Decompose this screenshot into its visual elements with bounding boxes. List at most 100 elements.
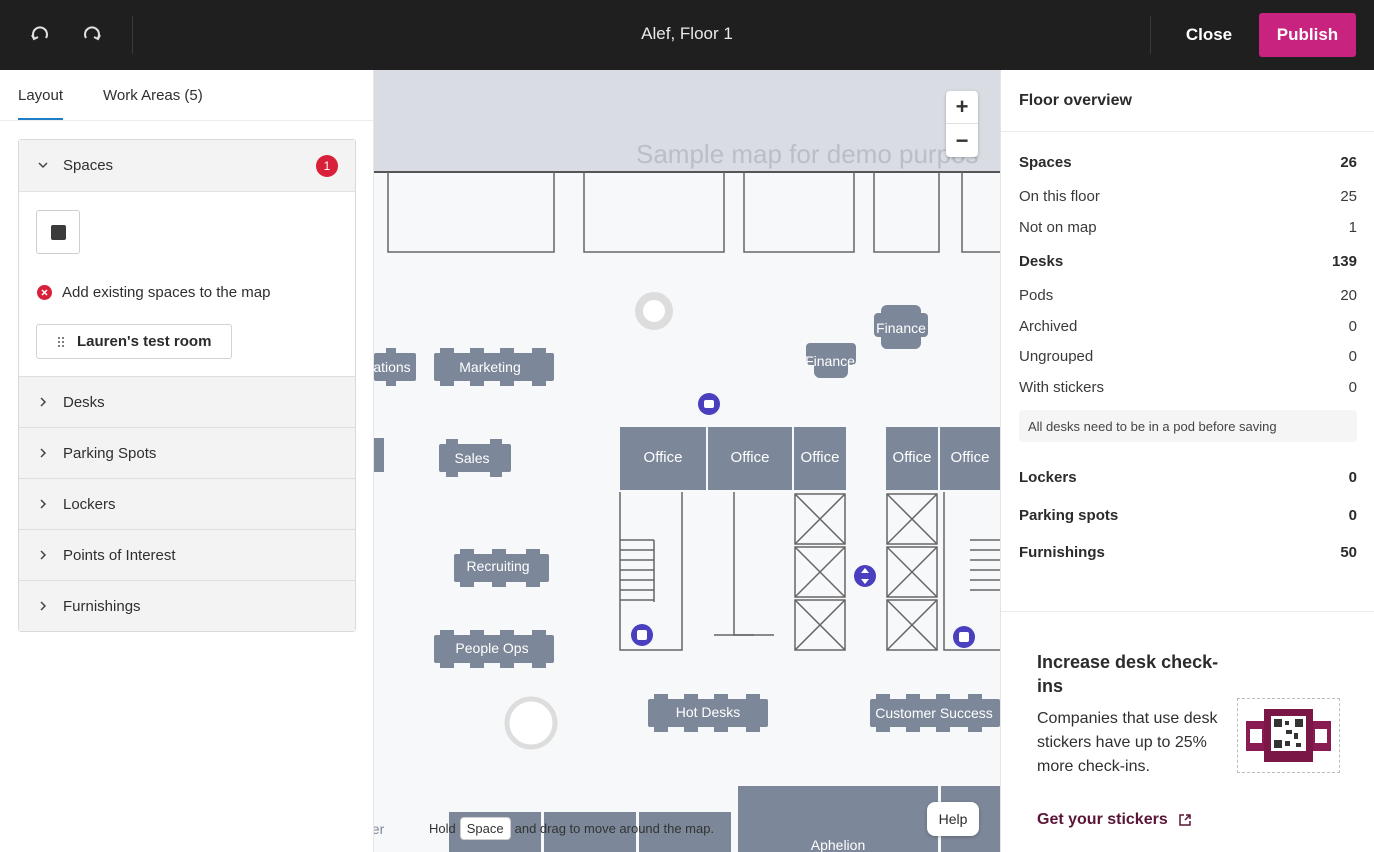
draggable-space-chip[interactable]: Lauren's test room [36,324,232,359]
chevron-right-icon [40,601,47,611]
validation-note: All desks need to be in a pod before sav… [1019,410,1357,442]
stat-label: With stickers [1019,379,1105,396]
zoom-controls: + − [946,91,978,157]
desks-section-header[interactable]: Desks [19,376,355,427]
spaces-section-body: Add existing spaces to the map Lauren's … [19,191,355,376]
hint-text: Hold [429,821,456,836]
round-table [504,696,558,750]
stat-with-stickers: With stickers 0 [1019,379,1357,396]
square-icon [50,224,66,240]
panel-title: Floor overview [1019,92,1132,109]
section-label: Spaces [63,157,114,174]
furnishings-section-header[interactable]: Furnishings [19,580,355,631]
points-of-interest-section-header[interactable]: Points of Interest [19,529,355,580]
stat-parking-spots: Parking spots 0 [1019,507,1357,524]
room-label: Office [644,449,683,466]
tab-layout[interactable]: Layout [18,87,64,120]
spaces-section-header[interactable]: Spaces 1 [19,140,355,191]
room-label: Office [731,449,770,466]
desk-pod-partial[interactable] [374,438,384,472]
divider [1001,131,1374,132]
room-label: Office [893,449,932,466]
divider [1150,16,1151,54]
stat-ungrouped: Ungrouped 0 [1019,348,1357,365]
watermark-text: Sample map for demo purpos [636,139,979,169]
promo-title: Increase desk check-ins [1037,652,1219,696]
pod-label: Finance [805,353,855,369]
chip-label: Lauren's test room [77,333,212,350]
draw-shape-button[interactable] [36,210,80,254]
hint-text: and drag to move around the map. [514,821,715,836]
stat-label: On this floor [1019,188,1100,205]
error-text: Add existing spaces to the map [62,284,271,301]
stat-value: 0 [1348,507,1357,524]
room-label: er [374,821,385,837]
get-stickers-link[interactable]: Get your stickers [1037,811,1192,829]
publish-button[interactable]: Publish [1259,13,1356,57]
stat-value: 50 [1340,544,1357,561]
chevron-right-icon [40,499,47,509]
left-panel: Layout Work Areas (5) Spaces 1 Add exist… [0,70,374,852]
pod-label: Sales [454,450,489,466]
error-count-badge: 1 [316,155,338,177]
stat-on-this-floor: On this floor 25 [1019,188,1357,205]
pod-label: ations [374,359,411,375]
external-link-icon [1178,814,1191,826]
qr-sticker-icon [1246,709,1331,762]
pod-label: Marketing [459,359,520,375]
promo-text: Companies that use desk stickers have up… [1037,710,1218,775]
pod-label: Hot Desks [676,704,741,720]
stat-value: 0 [1348,318,1357,335]
stat-value: 139 [1331,253,1357,270]
help-button[interactable]: Help [927,802,979,836]
poi-marker-icon[interactable] [698,393,720,415]
room-label: Office [951,449,990,466]
lockers-section-header[interactable]: Lockers [19,478,355,529]
section-label: Parking Spots [63,445,157,462]
layout-accordion: Spaces 1 Add existing spaces to the map … [18,139,356,632]
stat-label: Pods [1019,287,1054,304]
close-button[interactable]: Close [1170,16,1248,54]
error-message: Add existing spaces to the map [37,284,270,301]
stat-archived: Archived 0 [1019,318,1357,335]
tab-work-areas[interactable]: Work Areas (5) [103,87,203,104]
stat-value: 1 [1348,219,1357,236]
parking-spots-section-header[interactable]: Parking Spots [19,427,355,478]
tab-bar: Layout Work Areas (5) [0,70,374,121]
floor-map-canvas[interactable]: Sample map for demo purpos ations Market… [374,70,1000,852]
zoom-in-button[interactable]: + [946,91,978,124]
zoom-out-button[interactable]: − [946,124,978,157]
stat-furnishings: Furnishings 50 [1019,544,1357,561]
drag-handle-icon [58,336,64,347]
pod-label: Recruiting [466,558,529,574]
stat-value: 20 [1340,287,1357,304]
chevron-right-icon [40,550,47,560]
stat-label: Desks [1019,253,1064,270]
section-label: Desks [63,394,105,411]
stat-label: Parking spots [1019,507,1119,524]
poi-marker-icon[interactable] [953,626,975,648]
section-label: Points of Interest [63,547,176,564]
stat-label: Not on map [1019,219,1097,236]
poi-marker-icon[interactable] [854,565,876,587]
stat-label: Lockers [1019,469,1077,486]
desk-sticker-illustration [1237,698,1340,773]
stat-value: 0 [1348,469,1357,486]
pod-label: Finance [876,320,926,336]
stat-label: Archived [1019,318,1078,335]
error-icon [37,285,52,300]
top-bar: Alef, Floor 1 Close Publish [0,0,1374,70]
chevron-down-icon [38,162,48,169]
stat-label: Furnishings [1019,544,1105,561]
floor-plan: Sample map for demo purpos ations Market… [374,70,1000,852]
stat-spaces: Spaces 26 [1019,154,1357,171]
stat-value: 26 [1340,154,1357,171]
stat-value: 25 [1340,188,1357,205]
room-label: Office [801,449,840,466]
stat-value: 0 [1348,379,1357,396]
stat-lockers: Lockers 0 [1019,469,1357,486]
stat-label: Spaces [1019,154,1072,171]
pod-label: People Ops [455,640,528,656]
poi-marker-icon[interactable] [631,624,653,646]
stat-label: Ungrouped [1019,348,1094,365]
